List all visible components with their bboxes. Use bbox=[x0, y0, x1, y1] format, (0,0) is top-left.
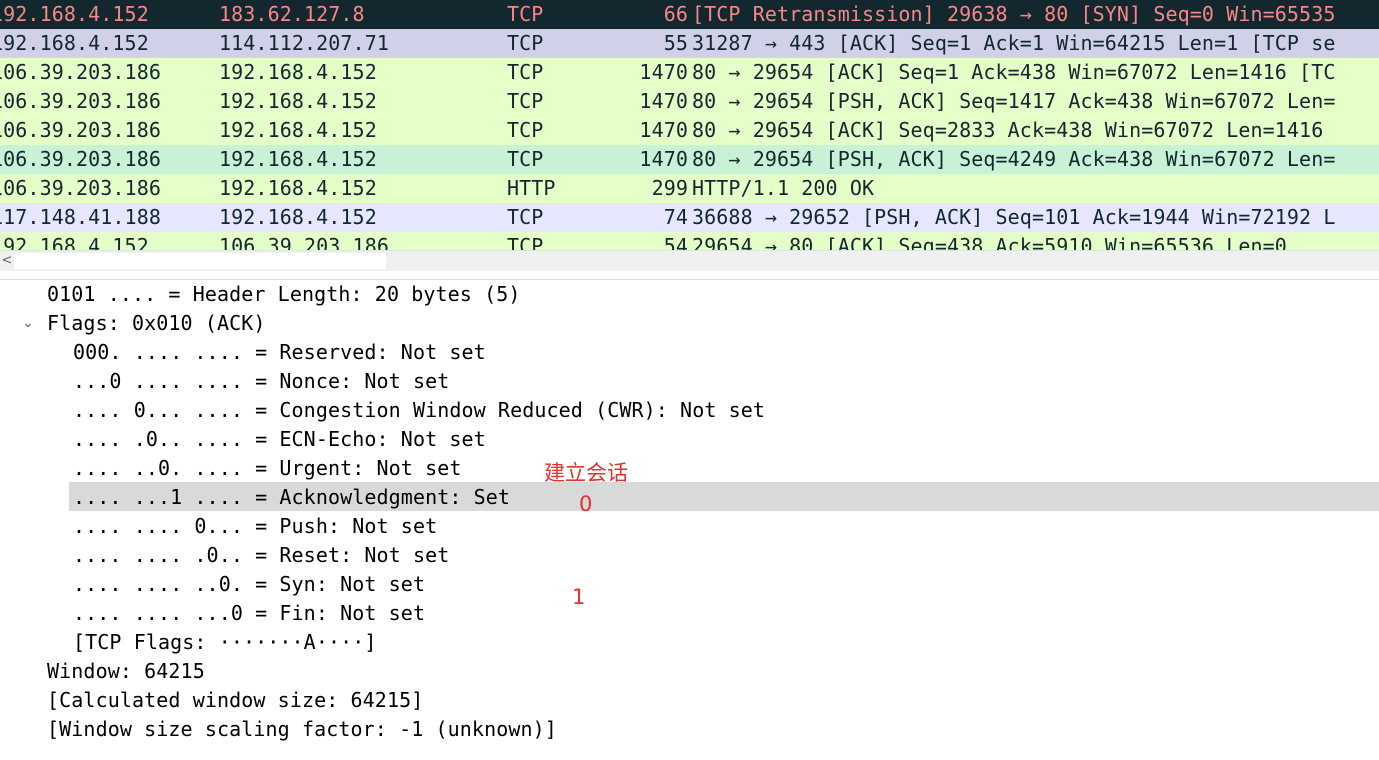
info-cell: HTTP/1.1 200 OK bbox=[692, 176, 875, 200]
tree-item-header-length[interactable]: 0101 .... = Header Length: 20 bytes (5) bbox=[47, 280, 521, 309]
tree-item-cwr[interactable]: .... 0... .... = Congestion Window Reduc… bbox=[73, 396, 765, 425]
tree-item-calculated-window[interactable]: [Calculated window size: 64215] bbox=[47, 686, 423, 715]
info-cell: 80 → 29654 [ACK] Seq=2833 Ack=438 Win=67… bbox=[692, 118, 1324, 142]
length-cell: 1470 bbox=[639, 60, 688, 84]
tree-item-push[interactable]: .... .... 0... = Push: Not set bbox=[73, 512, 437, 541]
chevron-down-icon[interactable]: ⌄ bbox=[22, 309, 34, 338]
destination-cell: 192.168.4.152 bbox=[219, 89, 377, 113]
protocol-cell: TCP bbox=[507, 205, 544, 229]
destination-cell: 192.168.4.152 bbox=[219, 176, 377, 200]
protocol-cell: TCP bbox=[507, 31, 544, 55]
annotation-title: 建立会话 bbox=[544, 461, 628, 485]
destination-cell: 192.168.4.152 bbox=[219, 205, 377, 229]
tree-item-window[interactable]: Window: 64215 bbox=[47, 657, 205, 686]
packet-list[interactable]: 192.168.4.152 183.62.127.8 TCP 66 [TCP R… bbox=[0, 0, 1379, 250]
tree-item-tcp-flags[interactable]: [TCP Flags: ·······A····] bbox=[73, 628, 377, 657]
length-cell: 55 bbox=[663, 31, 688, 55]
protocol-cell: TCP bbox=[507, 2, 544, 26]
source-cell: 106.39.203.186 bbox=[0, 176, 161, 200]
length-cell: 1470 bbox=[639, 89, 688, 113]
length-cell: 66 bbox=[663, 2, 688, 26]
annotation-one: 1 bbox=[572, 585, 586, 609]
tree-item-urgent[interactable]: .... ..0. .... = Urgent: Not set bbox=[73, 454, 462, 483]
packet-row[interactable]: 192.168.4.152 183.62.127.8 TCP 66 [TCP R… bbox=[0, 0, 1379, 29]
packet-row[interactable]: 192.168.4.152 106.39.203.186 TCP 54 2965… bbox=[0, 232, 1379, 250]
tree-item-nonce[interactable]: ...0 .... .... = Nonce: Not set bbox=[73, 367, 449, 396]
destination-cell: 192.168.4.152 bbox=[219, 118, 377, 142]
info-cell: 36688 → 29652 [PSH, ACK] Seq=101 Ack=194… bbox=[692, 205, 1336, 229]
source-cell: 106.39.203.186 bbox=[0, 118, 161, 142]
packet-row[interactable]: 106.39.203.186 192.168.4.152 TCP 1470 80… bbox=[0, 116, 1379, 145]
source-cell: 192.168.4.152 bbox=[0, 2, 149, 26]
packet-row[interactable]: 192.168.4.152 114.112.207.71 TCP 55 3128… bbox=[0, 29, 1379, 58]
destination-cell: 192.168.4.152 bbox=[219, 60, 377, 84]
length-cell: 74 bbox=[663, 205, 688, 229]
tree-item-syn[interactable]: .... .... ..0. = Syn: Not set bbox=[73, 570, 425, 599]
packet-row[interactable]: 106.39.203.186 192.168.4.152 TCP 1470 80… bbox=[0, 87, 1379, 116]
protocol-cell: TCP bbox=[507, 118, 544, 142]
info-cell: 80 → 29654 [PSH, ACK] Seq=1417 Ack=438 W… bbox=[692, 89, 1336, 113]
tree-item-reserved[interactable]: 000. .... .... = Reserved: Not set bbox=[73, 338, 486, 367]
annotation-zero: 0 bbox=[579, 492, 593, 516]
destination-cell: 106.39.203.186 bbox=[219, 234, 389, 250]
source-cell: 106.39.203.186 bbox=[0, 89, 161, 113]
protocol-cell: TCP bbox=[507, 234, 544, 250]
tree-item-ecn-echo[interactable]: .... .0.. .... = ECN-Echo: Not set bbox=[73, 425, 486, 454]
scrollbar-thumb[interactable] bbox=[14, 253, 386, 269]
info-cell: 31287 → 443 [ACK] Seq=1 Ack=1 Win=64215 … bbox=[692, 31, 1336, 55]
destination-cell: 192.168.4.152 bbox=[219, 147, 377, 171]
tree-item-fin[interactable]: .... .... ...0 = Fin: Not set bbox=[73, 599, 425, 628]
info-cell: 80 → 29654 [ACK] Seq=1 Ack=438 Win=67072… bbox=[692, 60, 1336, 84]
tree-item-reset[interactable]: .... .... .0.. = Reset: Not set bbox=[73, 541, 449, 570]
length-cell: 1470 bbox=[639, 147, 688, 171]
destination-cell: 114.112.207.71 bbox=[219, 31, 389, 55]
packet-row[interactable]: 106.39.203.186 192.168.4.152 HTTP 299 HT… bbox=[0, 174, 1379, 203]
length-cell: 1470 bbox=[639, 118, 688, 142]
packet-details-tree[interactable]: 0101 .... = Header Length: 20 bytes (5) … bbox=[0, 280, 1379, 745]
horizontal-scrollbar[interactable]: < bbox=[0, 250, 1379, 271]
source-cell: 192.168.4.152 bbox=[0, 234, 149, 250]
pane-splitter[interactable] bbox=[0, 271, 1379, 280]
packet-row[interactable]: 117.148.41.188 192.168.4.152 TCP 74 3668… bbox=[0, 203, 1379, 232]
info-cell: [TCP Retransmission] 29638 → 80 [SYN] Se… bbox=[692, 2, 1336, 26]
source-cell: 117.148.41.188 bbox=[0, 205, 161, 229]
packet-row[interactable]: 106.39.203.186 192.168.4.152 TCP 1470 80… bbox=[0, 145, 1379, 174]
protocol-cell: TCP bbox=[507, 60, 544, 84]
protocol-cell: TCP bbox=[507, 147, 544, 171]
source-cell: 192.168.4.152 bbox=[0, 31, 149, 55]
packet-row[interactable]: 106.39.203.186 192.168.4.152 TCP 1470 80… bbox=[0, 58, 1379, 87]
protocol-cell: TCP bbox=[507, 89, 544, 113]
info-cell: 80 → 29654 [PSH, ACK] Seq=4249 Ack=438 W… bbox=[692, 147, 1336, 171]
destination-cell: 183.62.127.8 bbox=[219, 2, 365, 26]
length-cell: 54 bbox=[663, 234, 688, 250]
source-cell: 106.39.203.186 bbox=[0, 147, 161, 171]
source-cell: 106.39.203.186 bbox=[0, 60, 161, 84]
length-cell: 299 bbox=[651, 176, 688, 200]
scroll-left-arrow-icon[interactable]: < bbox=[0, 251, 14, 271]
tree-item-flags[interactable]: Flags: 0x010 (ACK) bbox=[47, 309, 266, 338]
tree-item-window-scaling[interactable]: [Window size scaling factor: -1 (unknown… bbox=[47, 715, 557, 744]
protocol-cell: HTTP bbox=[507, 176, 556, 200]
tree-item-acknowledgment[interactable]: .... ...1 .... = Acknowledgment: Set bbox=[73, 483, 510, 512]
info-cell: 29654 → 80 [ACK] Seq=438 Ack=5910 Win=65… bbox=[692, 234, 1287, 250]
